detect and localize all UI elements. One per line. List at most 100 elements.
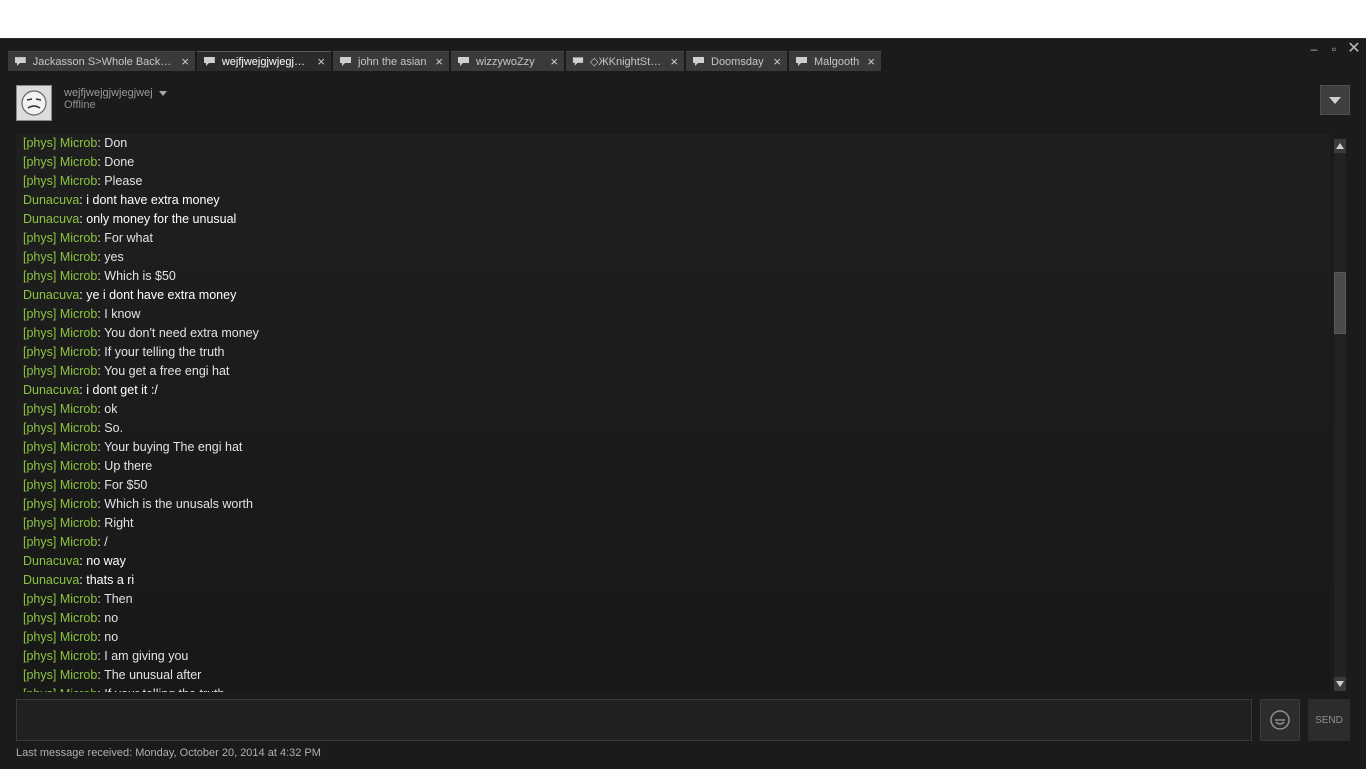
chat-message: [phys] Microb: I know [16,305,1330,324]
tab-0[interactable]: Jackasson S>Whole Backp... × [8,51,195,71]
message-text: : thats a ri [79,573,135,587]
avatar[interactable] [16,85,52,121]
chat-message: [phys] Microb: / [16,533,1330,552]
arrow-down-icon [1336,681,1344,687]
chat-menu-button[interactable] [1320,85,1350,115]
message-sender[interactable]: [phys] Microb [23,155,97,169]
message-sender[interactable]: [phys] Microb [23,630,97,644]
message-sender[interactable]: [phys] Microb [23,440,97,454]
message-sender[interactable]: [phys] Microb [23,345,97,359]
chat-message: Dunacuva: no way [16,552,1330,571]
message-sender[interactable]: [phys] Microb [23,592,97,606]
message-sender[interactable]: [phys] Microb [23,136,97,150]
message-input[interactable] [16,699,1252,741]
message-sender[interactable]: [phys] Microb [23,269,97,283]
friend-name[interactable]: wejfjwejgjwjegjwej [64,87,167,99]
scroll-up-button[interactable] [1334,139,1346,153]
chat-message: [phys] Microb: Which is the unusals wort… [16,495,1330,514]
message-sender[interactable]: Dunacuva [23,554,79,568]
message-sender[interactable]: [phys] Microb [23,174,97,188]
message-text: : no [97,630,119,644]
message-sender[interactable]: Dunacuva [23,383,79,397]
maximize-button[interactable]: ▫ [1328,42,1340,56]
message-sender[interactable]: Dunacuva [23,212,79,226]
tab-4[interactable]: ◇ЖKnightStar◇ × [566,51,684,71]
chat-message: [phys] Microb: If your telling the truth [16,685,1330,692]
chat-message: [phys] Microb: I am giving you [16,647,1330,666]
message-text: : If your telling the truth [97,345,225,359]
tab-3[interactable]: wizzywoZzy × [451,51,564,71]
chat-message: [phys] Microb: Please [16,172,1330,191]
friend-status: Offline [64,99,96,111]
tab-label: john the asian [358,55,427,68]
message-sender[interactable]: Dunacuva [23,193,79,207]
message-sender[interactable]: [phys] Microb [23,459,97,473]
chat-message: [phys] Microb: no [16,609,1330,628]
chat-message: [phys] Microb: Up there [16,457,1330,476]
chat-message: [phys] Microb: For what [16,229,1330,248]
tab-1[interactable]: wejfjwejgjwjegjwej × [197,51,331,71]
message-sender[interactable]: [phys] Microb [23,402,97,416]
tab-close-icon[interactable]: × [662,54,678,69]
tab-close-icon[interactable]: × [765,54,781,69]
message-text: : / [97,535,108,549]
scroll-down-button[interactable] [1334,677,1346,691]
message-sender[interactable]: [phys] Microb [23,307,97,321]
message-text: : Which is the unusals worth [97,497,253,511]
message-text: : ok [97,402,118,416]
minimize-button[interactable]: – [1308,42,1320,56]
message-sender[interactable]: [phys] Microb [23,649,97,663]
tab-6[interactable]: Malgooth × [789,51,881,71]
message-text: : only money for the unusual [79,212,237,226]
tab-close-icon[interactable]: × [542,54,558,69]
chat-message: Dunacuva: i dont get it :/ [16,381,1330,400]
message-sender[interactable]: [phys] Microb [23,421,97,435]
tab-close-icon[interactable]: × [173,54,189,69]
chat-message: [phys] Microb: Don [16,134,1330,153]
message-sender[interactable]: [phys] Microb [23,497,97,511]
message-sender[interactable]: [phys] Microb [23,250,97,264]
window-controls: – ▫ ✕ [1308,41,1361,57]
chat-message: [phys] Microb: Which is $50 [16,267,1330,286]
message-sender[interactable]: [phys] Microb [23,687,97,692]
tab-close-icon[interactable]: × [309,54,325,69]
scroll-thumb[interactable] [1334,272,1346,334]
tab-label: wizzywoZzy [476,55,535,68]
message-text: : Done [97,155,135,169]
chat-message: [phys] Microb: You don't need extra mone… [16,324,1330,343]
message-sender[interactable]: [phys] Microb [23,516,97,530]
message-text: : If your telling the truth [97,687,224,692]
chat-message: [phys] Microb: ok [16,400,1330,419]
message-sender[interactable]: [phys] Microb [23,611,97,625]
message-sender[interactable]: [phys] Microb [23,326,97,340]
close-button[interactable]: ✕ [1347,41,1360,57]
tab-2[interactable]: john the asian × [333,51,449,71]
send-button[interactable]: SEND [1308,699,1350,741]
chat-scrollbar[interactable] [1334,139,1346,691]
emoticon-button[interactable] [1260,699,1300,741]
chat-bubble-icon [572,57,584,66]
message-sender[interactable]: [phys] Microb [23,668,97,682]
message-text: : You don't need extra money [97,326,259,340]
tab-close-icon[interactable]: × [427,54,443,69]
message-sender[interactable]: [phys] Microb [23,478,97,492]
message-text: : For what [97,231,153,245]
message-text: : Please [97,174,143,188]
chat-message: [phys] Microb: So. [16,419,1330,438]
chat-bubble-icon [693,57,704,66]
dropdown-caret-icon[interactable] [158,90,167,96]
chat-bubble-icon [458,57,469,66]
message-text: : Right [97,516,134,530]
message-sender[interactable]: Dunacuva [23,573,79,587]
tab-5[interactable]: Doomsday × [686,51,787,71]
message-sender[interactable]: [phys] Microb [23,231,97,245]
message-sender[interactable]: [phys] Microb [23,535,97,549]
emoticon-icon [1270,710,1290,730]
message-text: : For $50 [97,478,148,492]
message-sender[interactable]: Dunacuva [23,288,79,302]
tab-label: Doomsday [711,55,764,68]
message-sender[interactable]: [phys] Microb [23,364,97,378]
tab-bar: Jackasson S>Whole Backp... × wejfjwejgjwje… [8,51,881,71]
tab-close-icon[interactable]: × [859,54,875,69]
chat-message: Dunacuva: i dont have extra money [16,191,1330,210]
